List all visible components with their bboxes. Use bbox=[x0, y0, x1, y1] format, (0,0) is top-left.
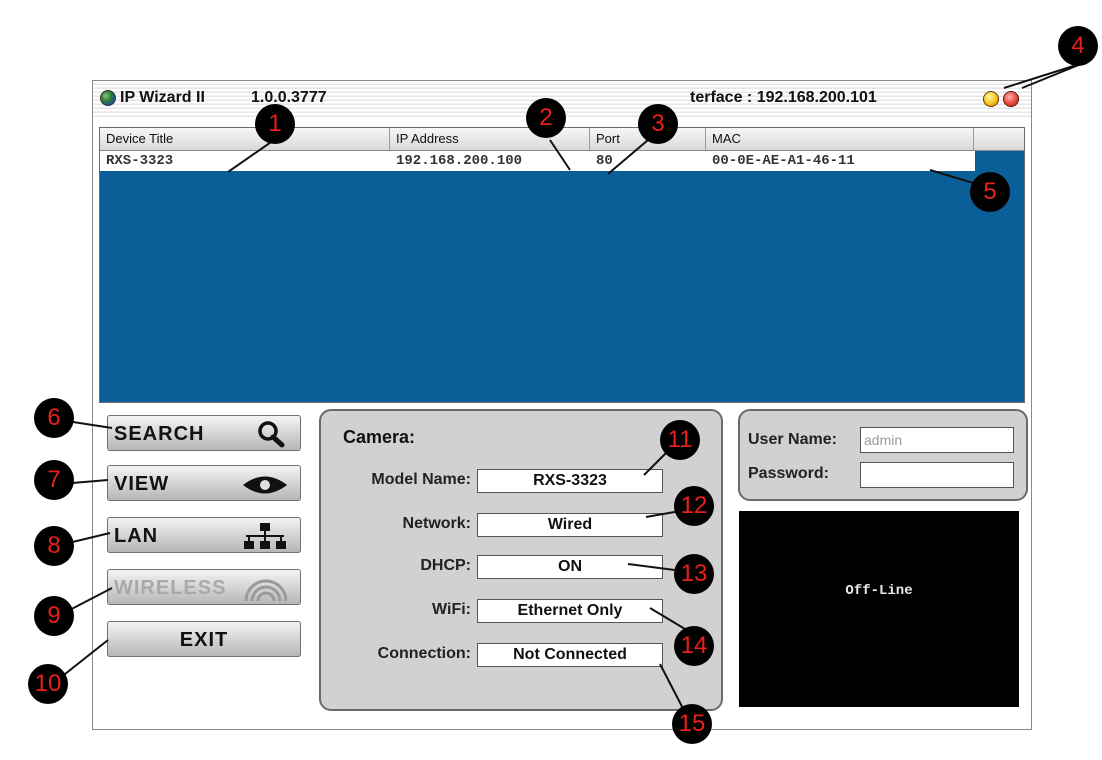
camera-panel: Camera: Model Name: RXS-3323 Network: Wi… bbox=[319, 409, 723, 711]
callout-7: 7 bbox=[34, 460, 74, 500]
password-input[interactable] bbox=[860, 462, 1014, 488]
password-label: Password: bbox=[748, 465, 829, 482]
wireless-button[interactable]: WIRELESS bbox=[107, 569, 301, 605]
device-row[interactable]: RXS-3323 192.168.200.100 80 00-0E-AE-A1-… bbox=[100, 151, 975, 171]
username-input[interactable] bbox=[860, 427, 1014, 453]
connection-field: Not Connected bbox=[477, 643, 663, 667]
minimize-button[interactable] bbox=[983, 91, 999, 107]
network-tree-icon bbox=[244, 523, 286, 549]
eye-icon bbox=[243, 476, 287, 494]
device-list[interactable]: Device Title IP Address Port MAC RXS-332… bbox=[99, 127, 1025, 403]
callout-11: 11 bbox=[660, 420, 700, 460]
model-name-field: RXS-3323 bbox=[477, 469, 663, 493]
callout-13: 13 bbox=[674, 554, 714, 594]
callout-12: 12 bbox=[674, 486, 714, 526]
callout-1: 1 bbox=[255, 104, 295, 144]
magnifier-icon bbox=[258, 421, 285, 448]
device-ip-cell: 192.168.200.100 bbox=[396, 153, 523, 169]
model-name-label: Model Name: bbox=[371, 471, 471, 488]
column-mac[interactable]: MAC bbox=[706, 128, 974, 150]
search-button-label: SEARCH bbox=[114, 423, 205, 445]
close-button[interactable] bbox=[1003, 91, 1019, 107]
app-version: 1.0.0.3777 bbox=[251, 89, 327, 106]
callout-5: 5 bbox=[970, 172, 1010, 212]
callout-2: 2 bbox=[526, 98, 566, 138]
lan-button[interactable]: LAN bbox=[107, 517, 301, 553]
video-status: Off-Line bbox=[845, 583, 913, 599]
wifi-label: WiFi: bbox=[432, 601, 471, 618]
callout-3: 3 bbox=[638, 104, 678, 144]
dhcp-field: ON bbox=[477, 555, 663, 579]
exit-button[interactable]: EXIT bbox=[107, 621, 301, 657]
callout-10: 10 bbox=[28, 664, 68, 704]
lan-button-label: LAN bbox=[114, 525, 159, 547]
column-device-title[interactable]: Device Title bbox=[100, 128, 390, 150]
view-button[interactable]: VIEW bbox=[107, 465, 301, 501]
device-mac-cell: 00-0E-AE-A1-46-11 bbox=[712, 153, 855, 169]
login-panel: User Name: Password: bbox=[738, 409, 1028, 501]
device-list-header: Device Title IP Address Port MAC bbox=[100, 128, 1024, 151]
dhcp-label: DHCP: bbox=[420, 557, 471, 574]
device-title-cell: RXS-3323 bbox=[106, 153, 174, 169]
callout-14: 14 bbox=[674, 626, 714, 666]
network-label: Network: bbox=[402, 515, 471, 532]
username-label: User Name: bbox=[748, 431, 837, 448]
camera-title: Camera: bbox=[343, 427, 416, 447]
callout-4: 4 bbox=[1058, 26, 1098, 66]
callout-8: 8 bbox=[34, 526, 74, 566]
wireless-button-label: WIRELESS bbox=[114, 577, 227, 599]
callout-6: 6 bbox=[34, 398, 74, 438]
globe-icon bbox=[100, 90, 116, 106]
device-port-cell: 80 bbox=[596, 153, 613, 169]
callout-9: 9 bbox=[34, 596, 74, 636]
interface-address: terface : 192.168.200.101 bbox=[690, 89, 877, 106]
video-preview: Off-Line bbox=[739, 511, 1019, 707]
wifi-signal-icon bbox=[244, 579, 288, 602]
connection-label: Connection: bbox=[377, 645, 471, 662]
column-extra bbox=[974, 128, 1024, 150]
search-button[interactable]: SEARCH bbox=[107, 415, 301, 451]
exit-button-label: EXIT bbox=[179, 629, 229, 651]
app-title: IP Wizard II bbox=[120, 89, 205, 106]
view-button-label: VIEW bbox=[114, 473, 170, 495]
network-field: Wired bbox=[477, 513, 663, 537]
ip-wizard-window: IP Wizard II 1.0.0.3777 terface : 192.16… bbox=[92, 80, 1032, 730]
callout-15: 15 bbox=[672, 704, 712, 744]
wifi-field: Ethernet Only bbox=[477, 599, 663, 623]
